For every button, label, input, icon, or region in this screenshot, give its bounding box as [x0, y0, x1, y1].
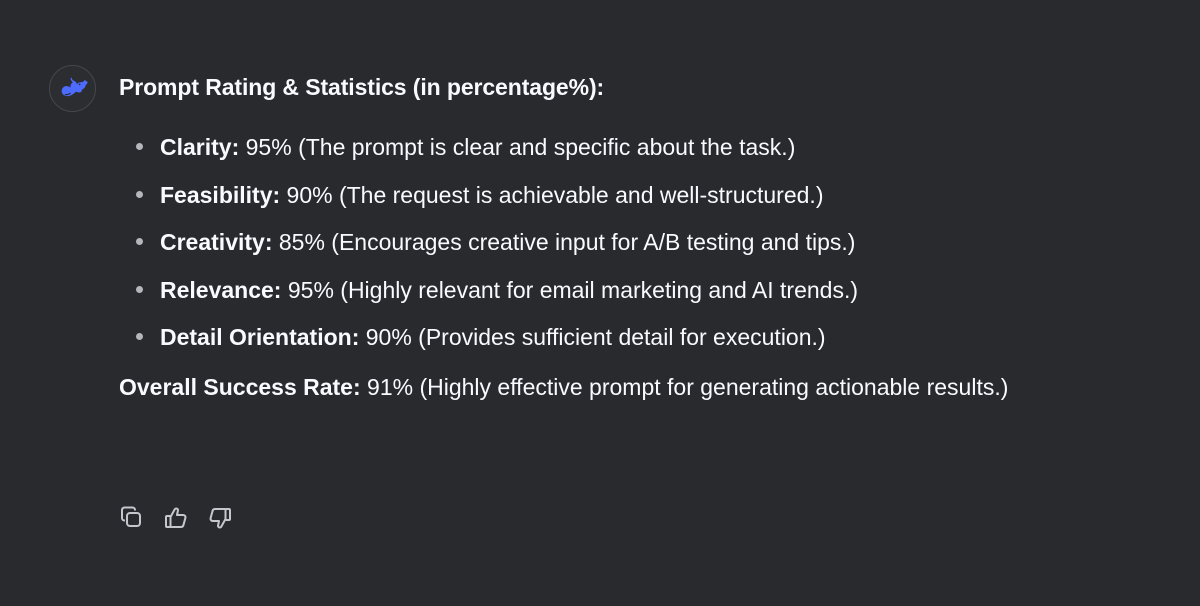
- whale-logo-icon: [61, 77, 88, 96]
- bullet-point: [136, 143, 143, 150]
- overall-summary: Overall Success Rate: 91% (Highly effect…: [119, 370, 1160, 404]
- thumbs-up-button[interactable]: [161, 503, 191, 533]
- message-actions: [117, 503, 235, 533]
- item-value: 95% (The prompt is clear and specific ab…: [239, 134, 796, 160]
- bullet-point: [136, 333, 143, 340]
- list-item-clarity: Clarity: 95% (The prompt is clear and sp…: [119, 130, 1160, 164]
- message-title: Prompt Rating & Statistics (in percentag…: [119, 74, 605, 100]
- bullet-point: [136, 190, 143, 198]
- item-value: 90% (Provides sufficient detail for exec…: [359, 324, 826, 350]
- list-item-relevance: Relevance: 95% (Highly relevant for emai…: [119, 273, 1160, 307]
- thumbs-down-button[interactable]: [205, 503, 235, 533]
- assistant-message: Prompt Rating & Statistics (in percentag…: [119, 70, 1160, 404]
- item-value: 95% (Highly relevant for email marketing…: [281, 276, 859, 303]
- item-key: Detail Orientation:: [160, 324, 360, 350]
- copy-button[interactable]: [117, 503, 147, 533]
- item-key: Creativity:: [160, 229, 273, 255]
- summary-value: 91% (Highly effective prompt for generat…: [360, 374, 1009, 400]
- chat-response-page: Prompt Rating & Statistics (in percentag…: [0, 0, 1200, 606]
- bullet-point: [136, 285, 143, 293]
- item-key: Feasibility:: [160, 181, 281, 208]
- assistant-avatar: [49, 65, 96, 112]
- list-item-detail-orientation: Detail Orientation: 90% (Provides suffic…: [119, 320, 1160, 354]
- rating-list: Clarity: 95% (The prompt is clear and sp…: [119, 130, 1160, 354]
- item-key: Relevance:: [160, 276, 282, 303]
- list-item-creativity: Creativity: 85% (Encourages creative inp…: [119, 225, 1160, 259]
- thumbs-up-icon: [165, 507, 187, 528]
- bullet-point: [136, 238, 143, 245]
- summary-key: Overall Success Rate:: [119, 374, 361, 400]
- item-value: 85% (Encourages creative input for A/B t…: [272, 229, 856, 255]
- thumbs-down-icon: [209, 508, 231, 529]
- item-key: Clarity:: [160, 134, 240, 160]
- item-value: 90% (The request is achievable and well-…: [280, 181, 824, 208]
- list-item-feasibility: Feasibility: 90% (The request is achieva…: [119, 178, 1160, 212]
- copy-icon: [121, 506, 141, 527]
